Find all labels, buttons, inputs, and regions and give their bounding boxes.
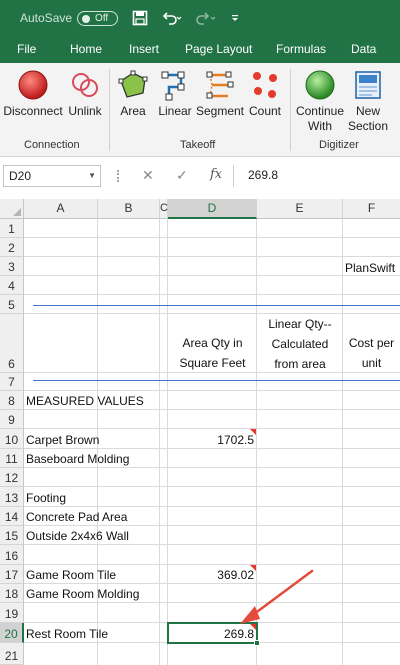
worksheet-grid[interactable]: A B C D E F 1 2 3 4 5 6 7 8 9 10 11 12 1… <box>0 199 400 665</box>
save-icon[interactable] <box>132 10 148 26</box>
disconnect-button[interactable]: Disconnect <box>3 69 63 119</box>
count-icon <box>253 72 277 98</box>
disconnect-label: Disconnect <box>3 104 63 118</box>
redo-icon[interactable] <box>196 10 216 26</box>
tab-insert[interactable]: Insert <box>129 42 159 56</box>
autosave-state: Off <box>95 12 109 24</box>
tab-data[interactable]: Data <box>351 42 376 56</box>
new-section-icon <box>355 71 381 99</box>
segment-button[interactable]: Segment <box>195 69 245 119</box>
count-label: Count <box>248 104 282 118</box>
insert-function-icon[interactable]: fx <box>210 167 222 182</box>
continue-icon <box>305 70 335 100</box>
count-button[interactable]: Count <box>246 69 284 119</box>
group-label-takeoff: Takeoff <box>180 139 216 151</box>
chevron-down-icon[interactable]: ▼ <box>88 166 96 186</box>
new-section-label-1: New <box>355 104 380 118</box>
title-bar: AutoSave Off <box>0 0 400 36</box>
unlink-button[interactable]: Unlink <box>64 69 106 119</box>
autosave-toggle[interactable]: Off <box>77 10 119 26</box>
continue-with-button[interactable]: Continue With <box>294 69 346 134</box>
segment-label: Segment <box>195 104 245 118</box>
formula-divider <box>233 165 234 187</box>
name-box-value: D20 <box>9 169 32 183</box>
tab-formulas[interactable]: Formulas <box>276 42 326 56</box>
autosave-label: AutoSave <box>20 11 73 25</box>
record-icon <box>18 70 48 100</box>
group-label-digitizer: Digitizer <box>319 139 359 151</box>
segment-icon <box>206 71 234 99</box>
name-box[interactable]: D20 ▼ <box>3 165 101 187</box>
annotation-arrow <box>240 569 314 624</box>
formula-bar-grip[interactable] <box>117 170 119 182</box>
undo-icon[interactable] <box>162 10 182 26</box>
unlink-icon <box>72 73 98 97</box>
ribbon-tabs: File Home Insert Page Layout Formulas Da… <box>0 36 400 63</box>
tab-file[interactable]: File <box>17 42 36 56</box>
new-section-label-2: Section <box>347 119 389 133</box>
formula-bar: D20 ▼ ✕ ✓ fx 269.8 <box>0 160 400 192</box>
customize-toolbar-icon[interactable] <box>230 13 240 23</box>
enter-icon[interactable]: ✓ <box>176 167 188 184</box>
group-label-connection: Connection <box>24 139 80 151</box>
formula-input[interactable]: 269.8 <box>248 168 278 182</box>
continue-label-1: Continue <box>295 104 345 118</box>
autosave-control[interactable]: AutoSave Off <box>20 10 119 26</box>
linear-button[interactable]: Linear <box>156 69 194 119</box>
cancel-icon[interactable]: ✕ <box>142 167 154 184</box>
area-label: Area <box>120 104 146 118</box>
area-icon <box>118 70 148 98</box>
unlink-label: Unlink <box>68 104 102 118</box>
tab-page-layout[interactable]: Page Layout <box>185 42 252 56</box>
ribbon: Disconnect Unlink Connection Area Linear… <box>0 63 400 157</box>
toggle-knob <box>82 14 91 23</box>
group-divider <box>290 69 291 151</box>
linear-label: Linear <box>158 104 192 118</box>
tab-home[interactable]: Home <box>70 42 102 56</box>
continue-label-2: With <box>308 119 332 133</box>
new-section-button[interactable]: New Section <box>345 69 391 134</box>
linear-icon <box>161 71 185 101</box>
area-button[interactable]: Area <box>115 69 151 119</box>
group-divider <box>109 69 110 151</box>
